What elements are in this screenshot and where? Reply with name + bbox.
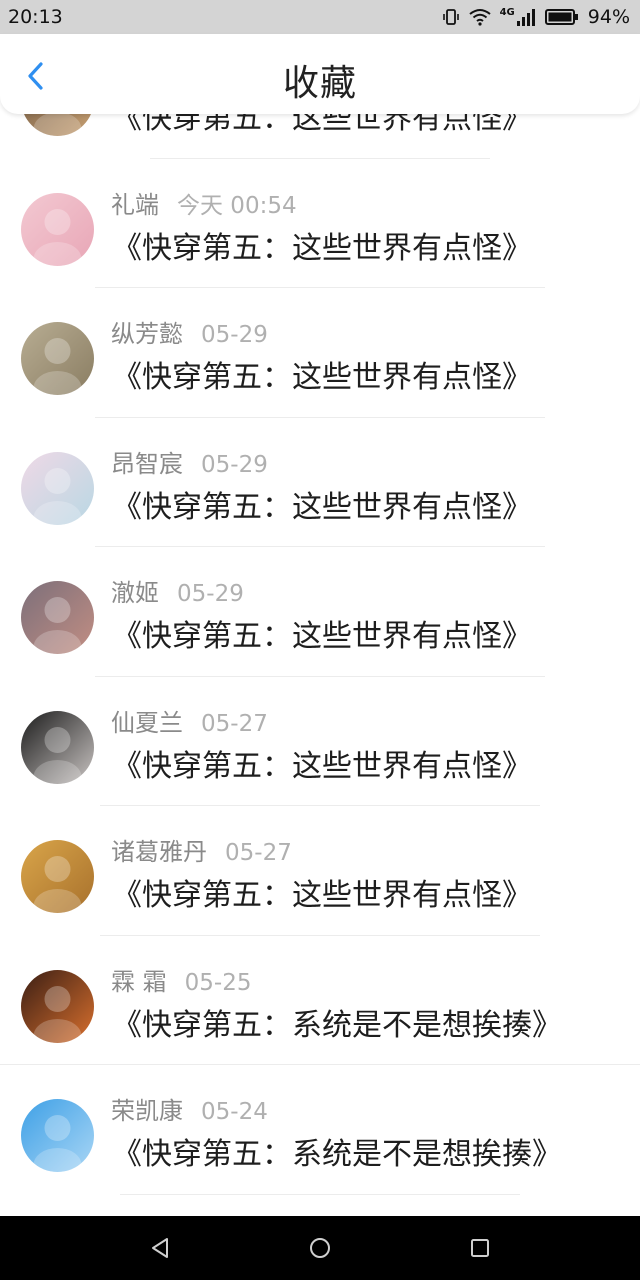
item-meta: 纵芳懿 05-29 (111, 314, 268, 349)
favorite-item[interactable]: 荣凯康 05-24 《快穿第五：系统是不是想挨揍》 (0, 1065, 640, 1195)
favorite-item[interactable]: 诸葛雅丹 05-27 《快穿第五：这些世界有点怪》 (0, 806, 640, 936)
divider (120, 1193, 520, 1195)
header: 收藏 (0, 34, 640, 114)
book-title[interactable]: 《快穿第五：系统是不是想挨揍》 (112, 1129, 562, 1173)
avatar[interactable] (21, 840, 94, 913)
triangle-back-icon[interactable] (148, 1236, 172, 1260)
timestamp: 05-25 (184, 969, 252, 996)
battery-icon (544, 9, 578, 25)
favorite-item[interactable]: 礼端 今天 00:54 《快穿第五：这些世界有点怪》 (0, 159, 640, 288)
page-title: 收藏 (282, 63, 357, 104)
book-title[interactable]: 《快穿第五：这些世界有点怪》 (112, 352, 532, 396)
avatar[interactable] (21, 322, 94, 395)
item-meta: 诸葛雅丹 05-27 (111, 832, 292, 867)
book-title[interactable]: 《快穿第五：这些世界有点怪》 (112, 223, 532, 267)
favorites-list-content: 《快穿第五：这些世界有点怪》 礼端 今天 00:54 《快穿第五：这些世界有点怪》 纵芳… (0, 114, 640, 1195)
favorite-item[interactable]: 霖 霜 05-25 《快穿第五：系统是不是想挨揍》 (0, 936, 640, 1065)
user-name[interactable]: 澈姬 (111, 573, 159, 608)
battery-percent: 94% (587, 6, 630, 28)
book-title[interactable]: 《快穿第五：这些世界有点怪》 (112, 611, 532, 655)
user-name[interactable]: 仙夏兰 (111, 703, 183, 738)
favorite-item[interactable]: 澈姬 05-29 《快穿第五：这些世界有点怪》 (0, 547, 640, 677)
avatar[interactable] (21, 192, 94, 266)
timestamp: 05-29 (177, 581, 244, 607)
avatar[interactable] (21, 710, 94, 784)
item-meta: 霖 霜 05-25 (111, 962, 251, 997)
user-name[interactable]: 纵芳懿 (111, 314, 183, 349)
favorite-item[interactable]: 《快穿第五：这些世界有点怪》 (0, 114, 640, 159)
wifi-icon (468, 9, 491, 26)
avatar[interactable] (21, 969, 94, 1043)
item-meta: 澈姬 05-29 (111, 573, 244, 608)
square-recents-icon[interactable] (468, 1236, 492, 1260)
user-name[interactable]: 礼端 (111, 185, 159, 220)
status-time: 20:13 (8, 6, 63, 28)
book-title[interactable]: 《快穿第五：这些世界有点怪》 (112, 482, 532, 526)
avatar[interactable] (21, 581, 94, 654)
navigation-bar (0, 1216, 640, 1280)
timestamp: 05-27 (225, 840, 292, 866)
item-meta: 仙夏兰 05-27 (111, 703, 268, 738)
book-title[interactable]: 《快穿第五：这些世界有点怪》 (112, 114, 532, 137)
item-meta: 昂智宸 05-29 (111, 444, 268, 479)
avatar[interactable] (21, 114, 94, 136)
vibrate-icon (442, 9, 459, 25)
network-type-label: 4G (499, 7, 515, 18)
item-meta: 荣凯康 05-24 (111, 1091, 268, 1126)
favorites-list[interactable]: 《快穿第五：这些世界有点怪》 礼端 今天 00:54 《快穿第五：这些世界有点怪》 纵芳… (0, 114, 640, 1216)
favorite-item[interactable]: 纵芳懿 05-29 《快穿第五：这些世界有点怪》 (0, 288, 640, 418)
user-name[interactable]: 昂智宸 (111, 444, 183, 479)
book-title[interactable]: 《快穿第五：这些世界有点怪》 (112, 870, 532, 914)
circle-home-icon[interactable] (308, 1236, 332, 1260)
item-meta: 礼端 今天 00:54 (111, 185, 297, 220)
favorite-item[interactable]: 昂智宸 05-29 《快穿第五：这些世界有点怪》 (0, 418, 640, 547)
status-icons: 4G 94% (442, 6, 630, 28)
user-name[interactable]: 诸葛雅丹 (111, 832, 207, 867)
book-title[interactable]: 《快穿第五：系统是不是想挨揍》 (112, 1000, 562, 1044)
book-title[interactable]: 《快穿第五：这些世界有点怪》 (112, 741, 532, 785)
timestamp: 05-27 (201, 710, 268, 737)
favorite-item[interactable]: 仙夏兰 05-27 《快穿第五：这些世界有点怪》 (0, 677, 640, 806)
status-bar: 20:13 4G 94% (0, 0, 640, 34)
network-signal-icon: 4G (500, 8, 536, 26)
user-name[interactable]: 荣凯康 (111, 1091, 183, 1126)
avatar[interactable] (21, 1099, 94, 1172)
timestamp: 05-29 (201, 451, 268, 478)
timestamp: 05-24 (201, 1099, 268, 1125)
avatar[interactable] (21, 451, 94, 525)
user-name[interactable]: 霖 霜 (111, 962, 167, 997)
timestamp: 05-29 (201, 322, 268, 348)
timestamp: 今天 00:54 (177, 192, 297, 219)
